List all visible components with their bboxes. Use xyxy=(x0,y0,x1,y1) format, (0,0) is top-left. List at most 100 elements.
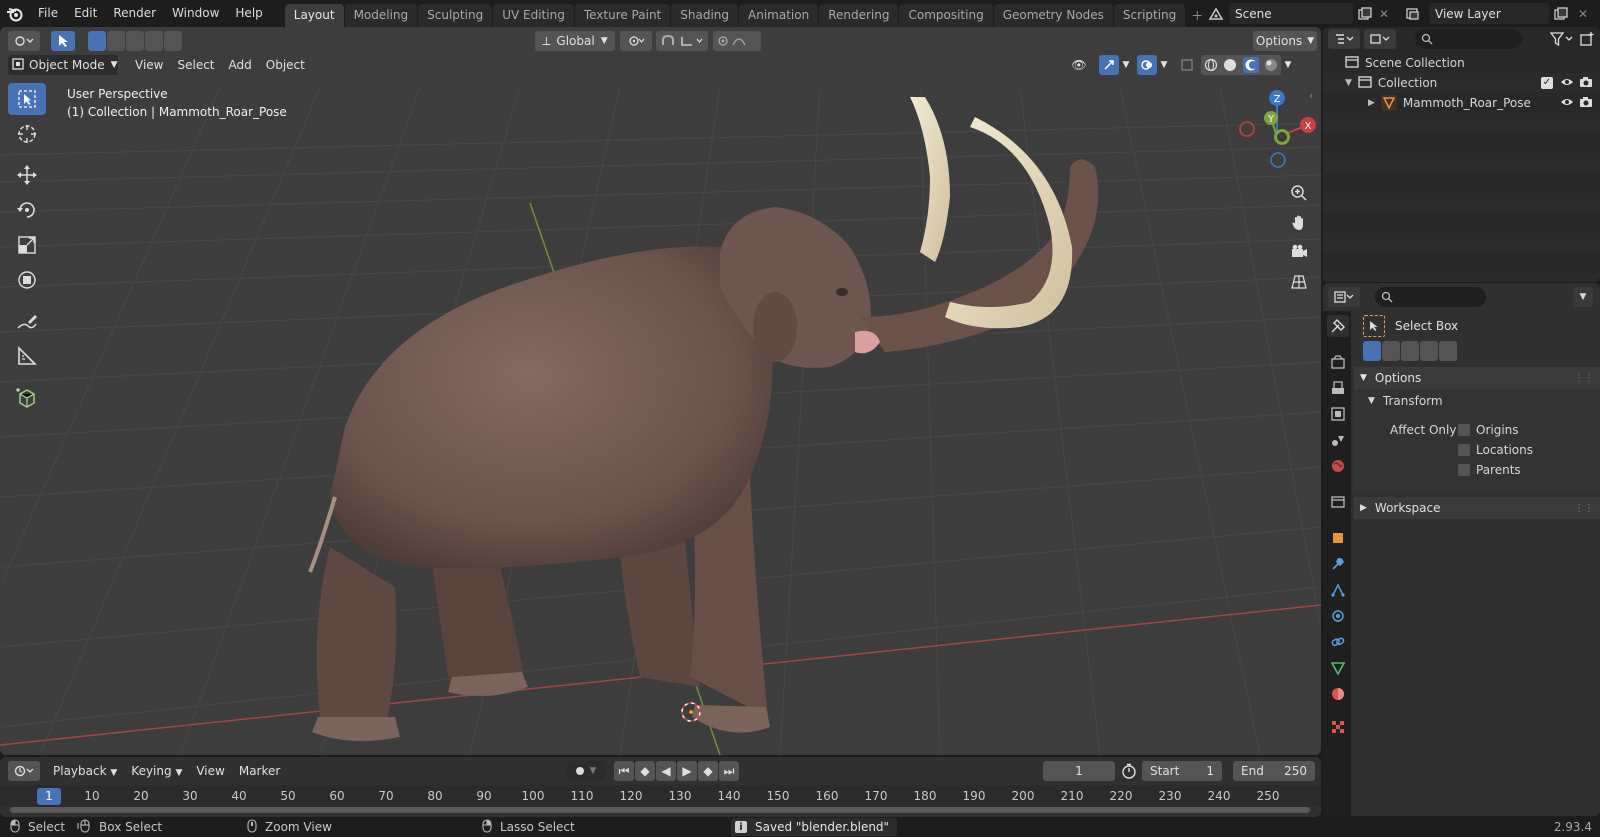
extend-selection-icon[interactable] xyxy=(1382,341,1400,361)
affect-parents-checkbox[interactable]: Parents xyxy=(1458,463,1521,477)
annotate-tool-icon[interactable] xyxy=(8,305,46,337)
tab-scripting[interactable]: Scripting xyxy=(1113,4,1186,27)
filter-icon[interactable] xyxy=(1549,31,1574,50)
texture-tab-icon[interactable] xyxy=(1327,716,1349,738)
add-workspace-icon[interactable]: ＋ xyxy=(1186,4,1208,27)
drag-handle-icon[interactable]: ⋮⋮ xyxy=(1574,503,1594,514)
display-mode-icon[interactable] xyxy=(1364,29,1396,49)
menu-playback[interactable]: Playback ▼ xyxy=(46,760,124,784)
delete-scene-icon[interactable]: ✕ xyxy=(1374,4,1394,24)
outliner-row-collection[interactable]: ▼ Collection ✓ xyxy=(1323,73,1600,93)
pan-hand-icon[interactable] xyxy=(1285,209,1313,237)
transform-subpanel-header[interactable]: ▼ Transform xyxy=(1368,394,1443,408)
expand-chevron-icon[interactable]: ▶ xyxy=(1368,98,1375,108)
tab-uv-editing[interactable]: UV Editing xyxy=(493,4,574,27)
intersect-selection-icon[interactable] xyxy=(164,31,182,51)
menu-timeline-view[interactable]: View xyxy=(189,760,231,784)
new-view-layer-icon[interactable] xyxy=(1551,4,1571,24)
menu-edit[interactable]: Edit xyxy=(66,0,105,27)
world-tab-icon[interactable] xyxy=(1327,455,1349,477)
menu-window[interactable]: Window xyxy=(164,0,227,27)
object-tab-icon[interactable] xyxy=(1327,527,1349,549)
menu-marker[interactable]: Marker xyxy=(232,760,287,784)
expand-chevron-icon[interactable]: ▼ xyxy=(1345,78,1352,88)
menu-help[interactable]: Help xyxy=(227,0,270,27)
menu-file[interactable]: File xyxy=(30,0,66,27)
tab-layout[interactable]: Layout xyxy=(284,4,344,27)
start-frame-field[interactable]: Start 1 xyxy=(1142,761,1222,781)
tab-geometry-nodes[interactable]: Geometry Nodes xyxy=(993,4,1113,27)
workspace-panel-header[interactable]: ▶ Workspace ⋮⋮ xyxy=(1354,497,1600,519)
cursor-tool-icon[interactable] xyxy=(8,118,46,150)
chevron-down-icon[interactable]: ▼ xyxy=(1119,55,1133,75)
visibility-icon[interactable]: 👁 xyxy=(1063,55,1095,75)
physics-tab-icon[interactable] xyxy=(1327,605,1349,627)
checkbox-box[interactable] xyxy=(1458,444,1470,456)
transform-tool-icon[interactable] xyxy=(8,264,46,296)
modifier-tab-icon[interactable] xyxy=(1327,553,1349,575)
zoom-icon[interactable] xyxy=(1285,179,1313,207)
editor-type-icon[interactable] xyxy=(8,31,40,51)
exclude-checkbox[interactable]: ✓ xyxy=(1541,77,1553,89)
transform-orientation-dropdown[interactable]: ⟂ Global ▼ xyxy=(535,31,615,51)
scale-tool-icon[interactable] xyxy=(8,229,46,261)
options-dropdown[interactable]: Options ▼ xyxy=(1253,31,1317,51)
constraints-tab-icon[interactable] xyxy=(1327,631,1349,653)
extend-selection-icon[interactable] xyxy=(107,31,125,51)
measure-tool-icon[interactable] xyxy=(8,340,46,372)
visibility-eye-icon[interactable] xyxy=(1560,76,1574,91)
end-frame-field[interactable]: End 250 xyxy=(1233,761,1315,781)
properties-search-input[interactable] xyxy=(1375,287,1486,307)
delete-view-layer-icon[interactable]: ✕ xyxy=(1573,4,1593,24)
sidebar-toggle-icon[interactable]: ‹ xyxy=(1309,91,1313,102)
new-collection-icon[interactable] xyxy=(1579,31,1595,50)
view-layer-field[interactable]: View Layer xyxy=(1429,3,1549,24)
options-panel-header[interactable]: ▼ Options ⋮⋮ xyxy=(1354,367,1600,389)
render-camera-icon[interactable] xyxy=(1579,96,1593,111)
3d-viewport[interactable]: ⟂ Global ▼ Options ▼ Object Mode ▼ View … xyxy=(0,27,1321,755)
collection-tab-icon[interactable] xyxy=(1327,491,1349,513)
timeline-scrollbar-thumb[interactable] xyxy=(10,807,1310,813)
perspective-toggle-icon[interactable] xyxy=(1285,268,1313,296)
tab-modeling[interactable]: Modeling xyxy=(344,4,418,27)
xray-toggle-icon[interactable] xyxy=(1177,55,1197,75)
set-new-selection-icon[interactable] xyxy=(88,31,106,51)
tab-animation[interactable]: Animation xyxy=(739,4,819,27)
material-tab-icon[interactable] xyxy=(1327,683,1349,705)
affect-origins-checkbox[interactable]: Origins xyxy=(1458,423,1519,437)
tab-sculpting[interactable]: Sculpting xyxy=(418,4,493,27)
timeline-scrollbar[interactable] xyxy=(10,807,1310,813)
tab-texture-paint[interactable]: Texture Paint xyxy=(574,4,671,27)
rotate-tool-icon[interactable] xyxy=(8,194,46,226)
add-cube-tool-icon[interactable] xyxy=(8,381,46,413)
scene-field[interactable]: Scene xyxy=(1229,3,1353,24)
menu-render[interactable]: Render xyxy=(105,0,164,27)
show-overlays-icon[interactable] xyxy=(1137,55,1157,75)
particles-tab-icon[interactable] xyxy=(1327,579,1349,601)
timeline-editor-type-icon[interactable] xyxy=(8,761,40,781)
move-tool-icon[interactable] xyxy=(8,159,46,191)
outliner-editor[interactable]: Scene Collection ▼ Collection ✓ ▶ Mammot… xyxy=(1323,27,1600,282)
pivot-point-dropdown[interactable] xyxy=(620,31,652,51)
intersect-selection-icon[interactable] xyxy=(1439,341,1457,361)
render-tab-icon[interactable] xyxy=(1327,351,1349,373)
output-tab-icon[interactable] xyxy=(1327,377,1349,399)
view-layer-tab-icon[interactable] xyxy=(1327,403,1349,425)
new-scene-icon[interactable] xyxy=(1355,4,1375,24)
outliner-editor-type-icon[interactable] xyxy=(1328,29,1360,49)
camera-view-icon[interactable] xyxy=(1285,238,1313,266)
outliner-row-scene-collection[interactable]: Scene Collection xyxy=(1323,53,1600,73)
tab-rendering[interactable]: Rendering xyxy=(819,4,899,27)
preview-range-stopwatch-icon[interactable] xyxy=(1121,763,1137,782)
current-frame-indicator[interactable]: 1 xyxy=(37,788,61,805)
show-gizmo-icon[interactable] xyxy=(1099,55,1119,75)
menu-object[interactable]: Object xyxy=(259,54,312,76)
jump-to-start-icon[interactable]: ⏮ xyxy=(614,761,634,781)
menu-add[interactable]: Add xyxy=(222,54,259,76)
navigation-gizmo[interactable]: Z X Y xyxy=(1225,85,1321,175)
properties-editor-type-icon[interactable] xyxy=(1328,287,1360,307)
subtract-selection-icon[interactable] xyxy=(126,31,144,51)
jump-to-next-keyframe-icon[interactable]: ◆ xyxy=(698,761,718,781)
menu-select[interactable]: Select xyxy=(170,54,221,76)
invert-selection-icon[interactable] xyxy=(1420,341,1438,361)
